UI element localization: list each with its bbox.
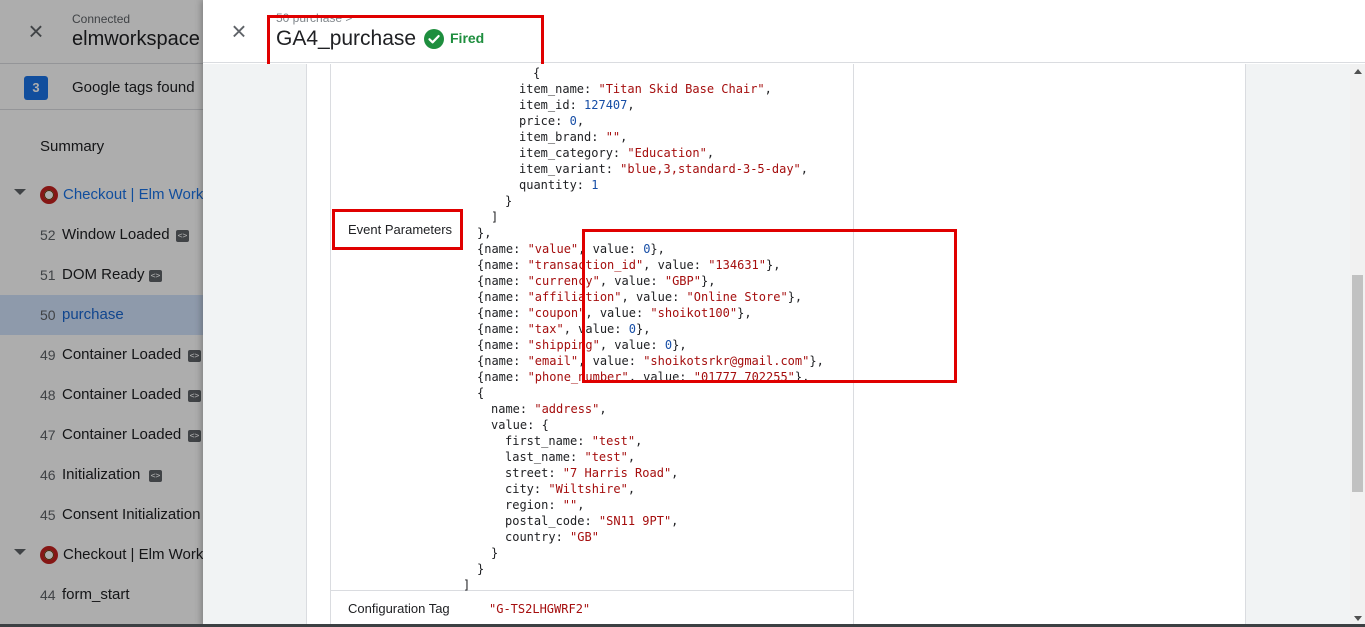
tag-properties-card: Event Parameters { item_name: "Titan Skid… — [306, 64, 1246, 627]
code-line: ] — [491, 210, 499, 224]
drawer-header: × 50 purchase > GA4_purchase Fired — [203, 0, 1365, 68]
code-line: region: "", — [505, 498, 585, 512]
code-line: name: "address", — [491, 402, 607, 416]
tag-details-drawer: × 50 purchase > GA4_purchase Fired Event… — [203, 0, 1365, 627]
close-icon[interactable]: × — [228, 18, 250, 44]
code-line: city: "Wiltshire", — [505, 482, 636, 496]
event-parameters-label: Event Parameters — [332, 209, 463, 250]
code-line: } — [491, 546, 499, 560]
code-line: value: { — [491, 418, 549, 432]
code-line: { — [477, 386, 485, 400]
scrollbar-thumb[interactable] — [1352, 275, 1363, 492]
scroll-up-icon[interactable] — [1354, 69, 1362, 74]
code-line: item_id: 127407, — [519, 98, 635, 112]
code-line: { — [533, 66, 541, 80]
code-line: } — [477, 562, 485, 576]
configuration-tag-label: Configuration Tag — [348, 601, 450, 616]
code-line: item_brand: "", — [519, 130, 628, 144]
annotation-box — [267, 15, 544, 68]
modal-scrim[interactable] — [0, 0, 205, 627]
code-line: item_category: "Education", — [519, 146, 715, 160]
code-line: country: "GB" — [505, 530, 599, 544]
code-line: street: "7 Harris Road", — [505, 466, 679, 480]
code-line: last_name: "test", — [505, 450, 636, 464]
code-line: first_name: "test", — [505, 434, 643, 448]
code-line: }, — [477, 226, 492, 240]
configuration-tag-value: "G-TS2LHGWRF2" — [489, 602, 591, 616]
drawer-body: Event Parameters { item_name: "Titan Skid… — [203, 64, 1365, 627]
configuration-tag-row: Configuration Tag "G-TS2LHGWRF2" — [330, 591, 854, 627]
code-line: } — [505, 194, 513, 208]
annotation-box — [582, 229, 957, 383]
scroll-down-icon[interactable] — [1354, 616, 1362, 621]
code-line: item_variant: "blue,3,standard-3-5-day", — [519, 162, 809, 176]
code-line: postal_code: "SN11 9PT", — [505, 514, 679, 528]
vertical-scrollbar[interactable] — [1350, 64, 1365, 627]
code-line: item_name: "Titan Skid Base Chair", — [519, 82, 772, 96]
code-line: price: 0, — [519, 114, 585, 128]
code-line: quantity: 1 — [519, 178, 599, 192]
